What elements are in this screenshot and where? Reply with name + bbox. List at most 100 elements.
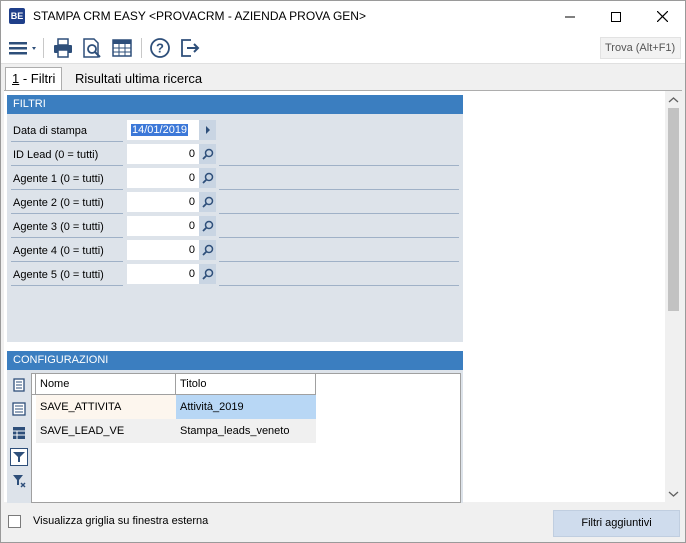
tab-risultati[interactable]: Risultati ultima ricerca	[69, 68, 208, 91]
tab-bar: 1 - Filtri Risultati ultima ricerca	[1, 65, 685, 92]
date-value: 14/01/2019	[131, 124, 189, 136]
print-icon	[54, 38, 72, 58]
close-icon	[656, 11, 668, 22]
svg-text:?: ?	[156, 41, 164, 56]
grid-icon	[112, 39, 132, 57]
config-filter-button[interactable]	[10, 448, 28, 466]
app-logo-icon: BE	[9, 8, 25, 24]
label-underline	[11, 189, 123, 190]
filter-label: Agente 4 (0 = tutti)	[13, 245, 104, 257]
cell-nome[interactable]: SAVE_ATTIVITA	[36, 395, 176, 419]
table-icon	[13, 427, 25, 439]
menu-button[interactable]	[5, 36, 39, 60]
chevron-up-icon	[668, 97, 679, 103]
cell-nome[interactable]: SAVE_LEAD_VE	[36, 419, 176, 443]
filter-label: Agente 5 (0 = tutti)	[13, 269, 104, 281]
agente-2-input[interactable]: 0	[127, 192, 199, 212]
search-icon	[201, 220, 213, 232]
configurazioni-header: CONFIGURAZIONI	[7, 351, 463, 370]
agente-2-lookup-button[interactable]	[199, 192, 216, 212]
filter-row-agente-4: Agente 4 (0 = tutti) 0	[7, 240, 463, 262]
toolbar-separator	[43, 38, 44, 58]
help-icon: ?	[150, 38, 170, 58]
filtri-section: FILTRI Data di stampa 14/01/2019 ID Lead…	[7, 95, 463, 342]
label-underline	[11, 237, 123, 238]
filter-row-agente-3: Agente 3 (0 = tutti) 0	[7, 216, 463, 238]
filtri-header: FILTRI	[7, 95, 463, 114]
config-list-button[interactable]	[11, 401, 27, 417]
search-field[interactable]: Trova (Alt+F1)	[600, 37, 681, 59]
column-header-titolo[interactable]: Titolo	[176, 374, 316, 395]
agente-5-input[interactable]: 0	[127, 264, 199, 284]
search-icon	[201, 268, 213, 280]
agente-4-lookup-button[interactable]	[199, 240, 216, 260]
main-content: FILTRI Data di stampa 14/01/2019 ID Lead…	[4, 90, 682, 503]
agente-1-input[interactable]: 0	[127, 168, 199, 188]
filter-row-agente-1: Agente 1 (0 = tutti) 0	[7, 168, 463, 190]
id-lead-input[interactable]: 0	[127, 144, 199, 164]
id-lead-lookup-button[interactable]	[199, 144, 216, 164]
filtri-aggiuntivi-button[interactable]: Filtri aggiuntivi	[553, 510, 680, 537]
menu-icon	[9, 42, 36, 55]
label-underline	[11, 285, 123, 286]
filter-label: Agente 1 (0 = tutti)	[13, 173, 104, 185]
exit-button[interactable]	[177, 36, 203, 60]
filter-label: Agente 3 (0 = tutti)	[13, 221, 104, 233]
label-underline	[11, 261, 123, 262]
config-grid-button[interactable]	[11, 425, 27, 441]
filter-label: ID Lead (0 = tutti)	[13, 149, 99, 161]
agente-1-lookup-button[interactable]	[199, 168, 216, 188]
config-open-button[interactable]	[11, 377, 27, 393]
lookup-description-line	[219, 165, 459, 166]
print-preview-button[interactable]	[79, 36, 105, 60]
vertical-scrollbar[interactable]	[665, 91, 682, 503]
grid-button[interactable]	[109, 36, 135, 60]
agente-5-lookup-button[interactable]	[199, 264, 216, 284]
maximize-button[interactable]	[593, 1, 639, 32]
filter-row-id-lead: ID Lead (0 = tutti) 0	[7, 144, 463, 166]
filter-remove-icon	[13, 475, 26, 488]
chevron-down-icon	[668, 491, 679, 497]
date-row: Data di stampa 14/01/2019	[7, 120, 463, 142]
minimize-button[interactable]	[547, 1, 593, 32]
cell-titolo[interactable]: Stampa_leads_veneto	[176, 419, 316, 443]
label-underline	[11, 165, 123, 166]
scrollbar-thumb[interactable]	[668, 108, 679, 311]
lookup-description-line	[219, 285, 459, 286]
app-window: BE STAMPA CRM EASY <PROVACRM - AZIENDA P…	[0, 0, 686, 543]
date-label: Data di stampa	[13, 125, 87, 137]
configurazioni-section: CONFIGURAZIONI Nome Titolo SAVE_ATTIVITA	[7, 351, 463, 503]
list-icon	[12, 402, 26, 416]
config-filter-clear-button[interactable]	[11, 473, 27, 489]
print-preview-icon	[83, 38, 101, 58]
filter-icon	[13, 452, 25, 462]
footer-bar: Visualizza griglia su finestra esterna F…	[1, 503, 685, 542]
date-input[interactable]: 14/01/2019	[127, 120, 199, 140]
filter-label: Agente 2 (0 = tutti)	[13, 197, 104, 209]
cell-titolo-selected[interactable]: Attività_2019	[176, 395, 316, 419]
search-icon	[201, 172, 213, 184]
chevron-right-icon	[205, 126, 210, 134]
lookup-description-line	[219, 237, 459, 238]
agente-3-lookup-button[interactable]	[199, 216, 216, 236]
agente-4-input[interactable]: 0	[127, 240, 199, 260]
exit-icon	[181, 39, 200, 57]
maximize-icon	[611, 11, 621, 22]
column-header-nome[interactable]: Nome	[36, 374, 176, 395]
minimize-icon	[565, 16, 575, 17]
close-button[interactable]	[639, 1, 685, 32]
help-button[interactable]: ?	[147, 36, 173, 60]
external-grid-checkbox[interactable]	[8, 515, 21, 528]
tab-filtri[interactable]: 1 - Filtri	[5, 67, 63, 92]
print-button[interactable]	[50, 36, 76, 60]
configurazioni-grid: Nome Titolo SAVE_ATTIVITA Attività_2019 …	[31, 373, 461, 503]
agente-3-input[interactable]: 0	[127, 216, 199, 236]
filter-row-agente-2: Agente 2 (0 = tutti) 0	[7, 192, 463, 214]
search-icon	[201, 148, 213, 160]
label-underline	[11, 213, 123, 214]
toolbar-separator	[141, 38, 142, 58]
search-icon	[201, 196, 213, 208]
document-icon	[13, 378, 25, 392]
title-bar: BE STAMPA CRM EASY <PROVACRM - AZIENDA P…	[1, 1, 685, 32]
date-picker-button[interactable]	[199, 120, 216, 140]
